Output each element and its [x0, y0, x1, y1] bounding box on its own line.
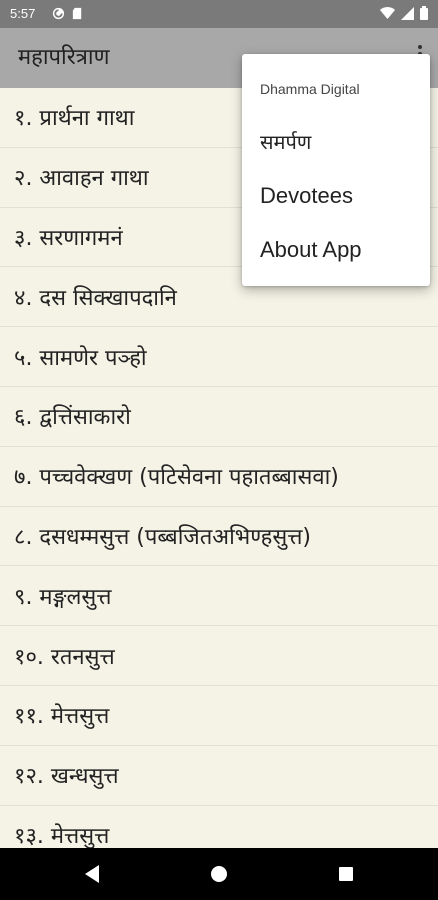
overflow-menu: Dhamma Digital समर्पण Devotees About App	[242, 54, 430, 286]
menu-item-devotees[interactable]: Devotees	[242, 169, 430, 223]
wifi-icon	[380, 6, 395, 19]
menu-header: Dhamma Digital	[260, 81, 360, 97]
chapter-item[interactable]: १०. रतनसुत्त	[0, 626, 438, 686]
recents-icon[interactable]	[334, 862, 358, 886]
chapter-item[interactable]: ११. मेत्तसुत्त	[0, 686, 438, 746]
chapter-item[interactable]: ५. सामणेर पञ्हो	[0, 327, 438, 387]
pocket-casts-icon	[52, 7, 65, 20]
cell-signal-icon	[401, 6, 414, 20]
home-icon[interactable]	[207, 862, 231, 886]
navigation-bar	[0, 848, 438, 900]
chapter-item[interactable]: ८. दसधम्मसुत्त (पब्बजितअभिण्हसुत्त)	[0, 507, 438, 567]
chapter-item[interactable]: १३. मेत्तसुत्त	[0, 806, 438, 848]
chapter-item[interactable]: ६. द्वत्तिंसाकारो	[0, 387, 438, 447]
battery-icon	[420, 6, 428, 20]
status-bar: 5:57	[0, 0, 438, 28]
sd-card-icon	[72, 7, 82, 20]
back-icon[interactable]	[80, 862, 104, 886]
menu-item-about-app[interactable]: About App	[242, 223, 430, 277]
chapter-item[interactable]: १२. खन्धसुत्त	[0, 746, 438, 806]
app-title: महापरित्राण	[18, 45, 110, 70]
menu-item-samarpan[interactable]: समर्पण	[242, 114, 430, 168]
chapter-item[interactable]: ७. पच्चवेक्खण (पटिसेवना पहातब्बासवा)	[0, 447, 438, 507]
chapter-item[interactable]: ९. मङ्गलसुत्त	[0, 566, 438, 627]
status-time: 5:57	[10, 6, 36, 21]
